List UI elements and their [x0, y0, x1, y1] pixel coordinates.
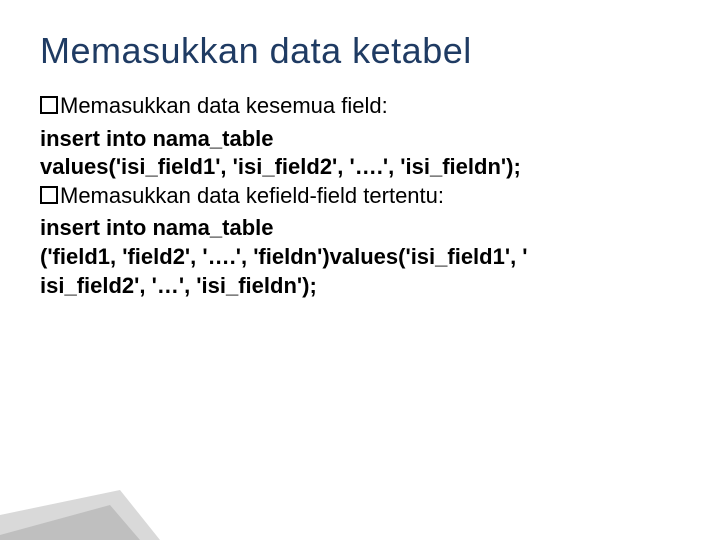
- bullet-2: Memasukkan data kefield-field tertentu:: [40, 182, 680, 211]
- bullet-2-rest: data kefield-field tertentu:: [191, 183, 444, 208]
- slide-title: Memasukkan data ketabel: [40, 30, 680, 72]
- footer-decoration: [0, 480, 720, 540]
- code-1-line-2: values('isi_field1', 'isi_field2', '….',…: [40, 153, 680, 182]
- code-2-line-3: isi_field2', '…', 'isi_fieldn');: [40, 272, 680, 301]
- checkbox-icon: [40, 186, 58, 204]
- bullet-1: Memasukkan data kesemua field:: [40, 92, 680, 121]
- code-2-line-2: ('field1, 'field2', '….', 'fieldn')value…: [40, 243, 680, 272]
- slide-body: Memasukkan data kesemua field: insert in…: [40, 92, 680, 300]
- bullet-1-lead: Memasukkan: [60, 93, 191, 118]
- checkbox-icon: [40, 96, 58, 114]
- bullet-2-lead: Memasukkan: [60, 183, 191, 208]
- bullet-1-rest: data kesemua field:: [191, 93, 388, 118]
- slide: Memasukkan data ketabel Memasukkan data …: [0, 0, 720, 540]
- code-2-line-1: insert into nama_table: [40, 214, 680, 243]
- code-1-line-1: insert into nama_table: [40, 125, 680, 154]
